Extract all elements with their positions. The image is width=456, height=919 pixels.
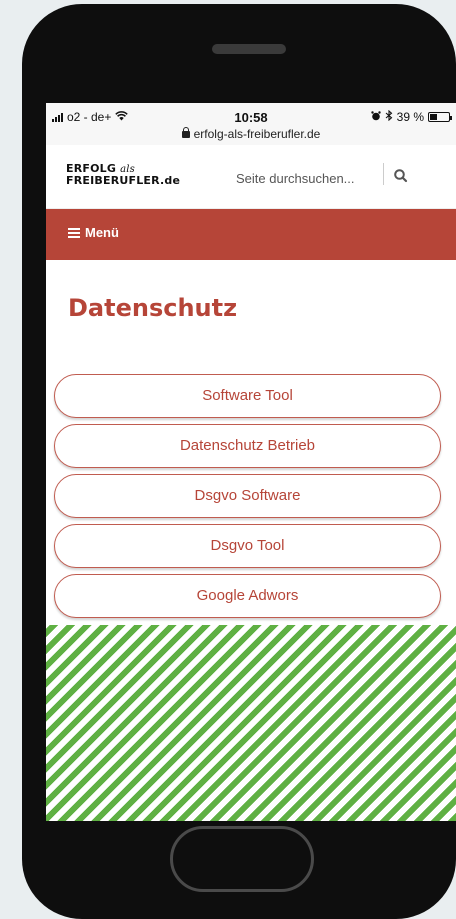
status-bar: o2 - de+ 10:58 39 % erfolg-als-freiberuf… (46, 103, 456, 145)
link-pill[interactable]: Google Adwors (54, 574, 441, 618)
status-right: 39 % (370, 109, 452, 124)
link-pill[interactable]: Software Tool (54, 374, 441, 418)
battery-percent: 39 % (396, 110, 424, 124)
search-divider (383, 163, 384, 185)
link-pill[interactable]: Dsgvo Software (54, 474, 441, 518)
hamburger-icon (68, 227, 80, 238)
speaker-slot (212, 44, 286, 54)
site-logo[interactable]: ERFOLG als FREIBERUFLER.de (66, 163, 180, 186)
site-header: ERFOLG als FREIBERUFLER.de (46, 145, 456, 209)
search-icon (390, 169, 412, 191)
home-button[interactable] (170, 826, 314, 892)
lock-icon (181, 127, 190, 138)
navigation-bar: Menü (46, 209, 456, 260)
alarm-icon (370, 110, 381, 124)
ad-placeholder (46, 625, 456, 821)
battery-icon (428, 112, 452, 122)
menu-label: Menü (85, 225, 119, 240)
address-url: erfolg-als-freiberufler.de (193, 127, 321, 141)
search-input[interactable] (236, 167, 376, 189)
phone-screen: o2 - de+ 10:58 39 % erfolg-als-freiberuf… (46, 103, 456, 821)
link-pill[interactable]: Datenschutz Betrieb (54, 424, 441, 468)
page-title: Datenschutz (68, 294, 238, 322)
address-bar[interactable]: erfolg-als-freiberufler.de (46, 127, 456, 141)
bluetooth-icon (385, 109, 393, 124)
logo-word-freiberufler: FREIBERUFLER.de (66, 174, 181, 187)
search-button[interactable] (390, 165, 412, 187)
link-pill[interactable]: Dsgvo Tool (54, 524, 441, 568)
keyword-link-list: Software Tool Datenschutz Betrieb Dsgvo … (54, 374, 441, 624)
menu-toggle-button[interactable]: Menü (68, 225, 119, 240)
battery-fill (430, 114, 437, 120)
